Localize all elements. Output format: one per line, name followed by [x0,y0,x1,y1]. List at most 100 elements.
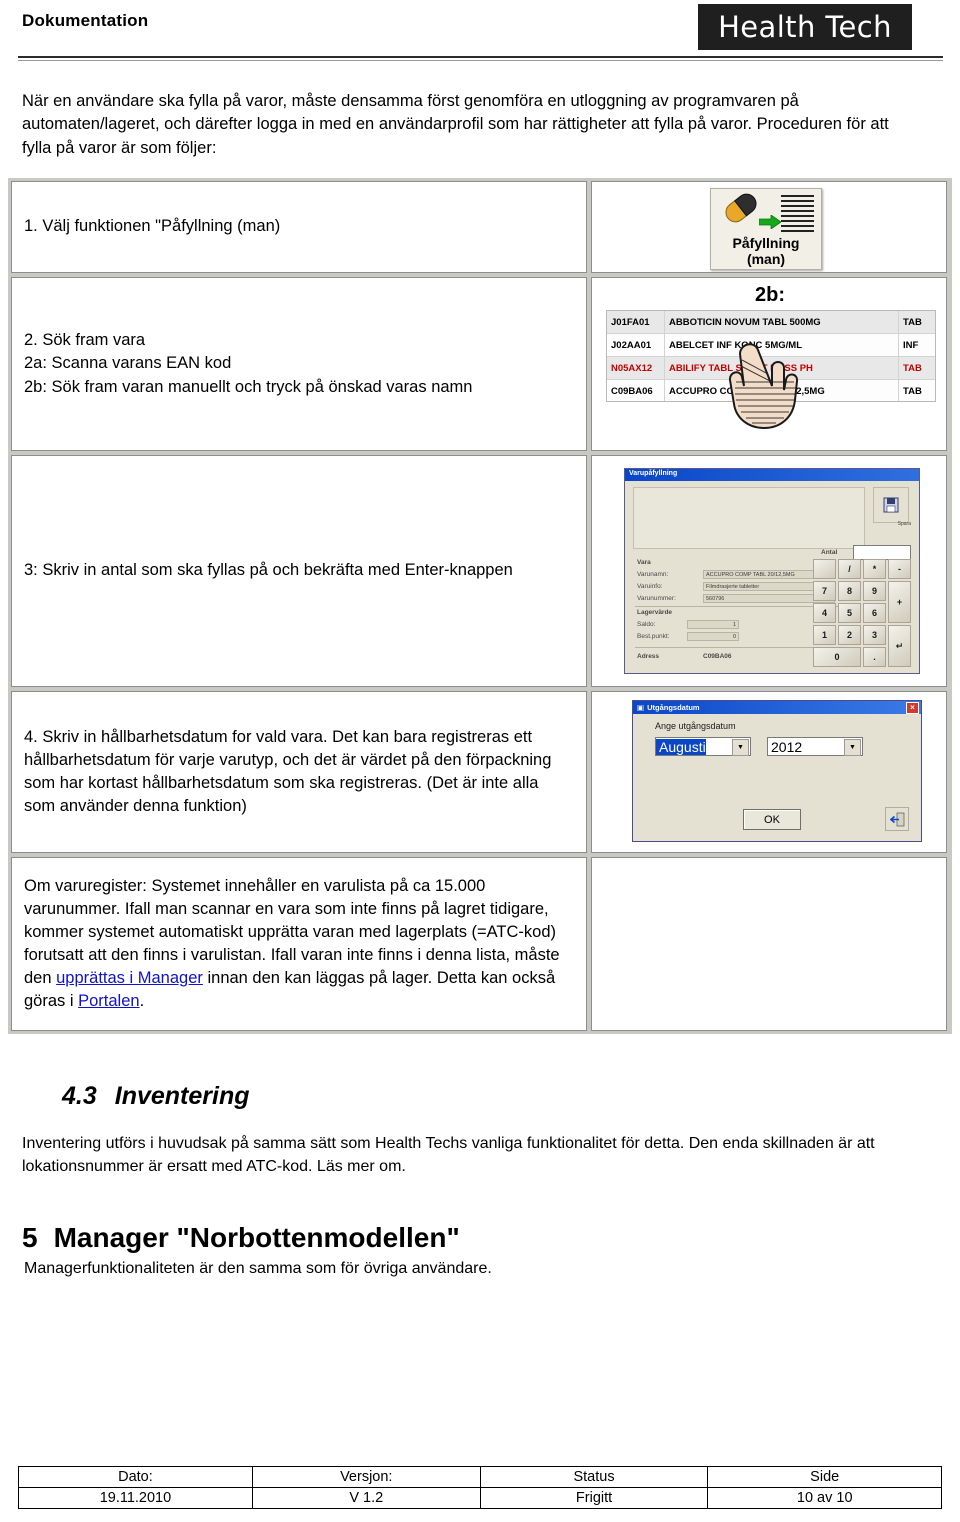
intro-paragraph: När en användare ska fylla på varor, mås… [22,92,889,157]
keypad-key-6[interactable]: 6 [863,603,886,623]
logo-text: Health Tech [718,9,892,44]
window-icon: ▣ [637,703,645,712]
health-tech-logo: Health Tech [698,4,912,50]
step-2-text-cell: 2. Sök fram vara 2a: Scanna varans EAN ko… [11,277,587,451]
keypad-key-5[interactable]: 5 [838,603,861,623]
keypad-key-blank[interactable] [813,559,836,579]
step-5-text-cell: Om varuregister: Systemet innehåller en … [11,857,587,1031]
varupafyllning-dialog-figure[interactable]: Varupåfyllning Spara Vara Varunamn: ACCU… [624,468,920,674]
footer-header-row: Dato: Versjon: Status Side [18,1466,942,1488]
keypad-key-minus[interactable]: - [888,559,911,579]
keypad-key-enter[interactable]: ↵ [888,625,911,667]
cell-atc: C09BA06 [607,380,665,401]
page-header: Dokumentation Health Tech [0,0,960,70]
month-value: Augusti [656,738,706,755]
close-icon[interactable]: × [906,702,919,714]
keypad-key-9[interactable]: 9 [863,581,886,601]
label-adress: Adress [637,653,660,660]
step-3-text-cell: 3: Skriv in antal som ska fyllas på och … [11,455,587,687]
keypad-key-decimal[interactable]: . [863,647,886,667]
table-row: 4. Skriv in hållbarhetsdatum for vald va… [11,691,949,853]
numeric-keypad[interactable]: / * - 7 8 9 + 4 5 6 1 2 3 ↵ 0 . [813,559,911,667]
step-3-text: 3: Skriv in antal som ska fyllas på och … [24,561,513,580]
cell-atc: N05AX12 [607,357,665,379]
step-4-figure-cell: ▣ Utgångsdatum × Ange utgångsdatum Augus… [591,691,947,853]
cell-form: TAB [903,316,922,328]
document-lines-icon [781,195,814,237]
section-5-paragraph: Managerfunktionaliteten är den samma som… [24,1260,492,1277]
inline-link[interactable]: Portalen [78,992,139,1010]
step-1-text: 1. Välj funktionen "Påfyllning (man) [24,217,281,236]
keypad-key-plus[interactable]: + [888,581,911,623]
month-dropdown[interactable]: Augusti ▼ [655,737,751,756]
dialog-titlebar: ▣ Utgångsdatum × [633,701,921,714]
divider [635,647,839,648]
keypad-key-7[interactable]: 7 [813,581,836,601]
header-divider-shadow [18,60,943,61]
step-4-text-cell: 4. Skriv in hållbarhetsdatum for vald va… [11,691,587,853]
footer-value-status: Frigitt [479,1487,709,1509]
section-4-3-number: 4.3 [62,1082,97,1110]
table-row: Om varuregister: Systemet innehåller en … [11,857,949,1031]
label-varunamn: Varunamn: [637,571,669,578]
divider [635,606,839,607]
table-row: 2. Sök fram vara 2a: Scanna varans EAN ko… [11,277,949,451]
step-5-figure-cell [591,857,947,1031]
dialog-list-area[interactable] [633,487,865,549]
keypad-key-4[interactable]: 4 [813,603,836,623]
label-bestpunkt: Best.punkt: [637,633,670,640]
section-4-3-title: Inventering [114,1082,250,1110]
keypad-key-1[interactable]: 1 [813,625,836,645]
varuregister-note-text: Om varuregister: Systemet innehåller en … [24,876,560,1011]
group-vara-label: Vara [637,559,651,566]
cell-form: TAB [903,362,922,374]
value-saldo: 1 [687,620,739,629]
section-4-3-paragraph: Inventering utförs i huvudsak på samma s… [22,1135,875,1175]
label-antal: Antal [821,549,838,556]
table-row: 1. Välj funktionen "Påfyllning (man) Påf… [11,181,949,273]
keypad-key-8[interactable]: 8 [838,581,861,601]
cell-atc: J02AA01 [607,334,665,356]
keypad-key-divide[interactable]: / [838,559,861,579]
step-2-figure-cell: 2b: J01FA01 ABBOTICIN NOVUM TABL 500MG T… [591,277,947,451]
footer-table: Dato: Versjon: Status Side 19.11.2010 V … [18,1466,942,1509]
group-lagervarde-label: Lagervärde [637,609,673,616]
pafyllning-button-label: Påfyllning (man) [711,235,821,267]
keypad-key-3[interactable]: 3 [863,625,886,645]
save-icon-label: Spara [897,521,911,527]
chevron-down-icon[interactable]: ▼ [844,739,861,756]
section-5-number: 5 [22,1222,38,1253]
exit-icon[interactable] [885,807,909,831]
inline-link[interactable]: upprättas i Manager [56,969,203,987]
ok-button[interactable]: OK [743,809,801,830]
step-4-text: 4. Skriv in hållbarhetsdatum for vald va… [24,727,552,816]
cell-atc: J01FA01 [607,311,665,333]
footer-value-side: 10 av 10 [707,1487,942,1509]
dialog-titlebar: Varupåfyllning [625,469,919,481]
dialog-title-text: Utgångsdatum [647,703,700,712]
year-dropdown[interactable]: 2012 ▼ [767,737,863,756]
value-bestpunkt: 0 [687,632,739,641]
section-5-title: Manager "Norbottenmodellen" [53,1222,460,1253]
keypad-key-multiply[interactable]: * [863,559,886,579]
utgangsdatum-dialog-figure[interactable]: ▣ Utgångsdatum × Ange utgångsdatum Augus… [632,700,922,842]
cell-form: INF [903,339,919,351]
keypad-key-0[interactable]: 0 [813,647,861,667]
label-varunummer: Varunummer: [637,595,676,602]
table-row: 3: Skriv in antal som ska fyllas på och … [11,455,949,687]
document-kind-label: Dokumentation [22,11,149,30]
footer-header-dato: Dato: [18,1466,253,1488]
chevron-down-icon[interactable]: ▼ [732,739,749,756]
pafyllning-man-button-figure[interactable]: Påfyllning (man) [710,188,822,270]
value-adress: C09BA06 [703,653,732,660]
pointing-hand-icon [728,343,799,430]
step-3-figure-cell: Varupåfyllning Spara Vara Varunamn: ACCU… [591,455,947,687]
header-divider [18,56,943,58]
section-4-3-heading: 4.3 Inventering [62,1082,250,1111]
keypad-key-2[interactable]: 2 [838,625,861,645]
label-saldo: Saldo: [637,621,656,628]
footer-header-status: Status [479,1466,709,1488]
cell-form: TAB [903,385,922,397]
antal-input[interactable] [853,545,911,560]
save-icon[interactable] [873,487,909,523]
